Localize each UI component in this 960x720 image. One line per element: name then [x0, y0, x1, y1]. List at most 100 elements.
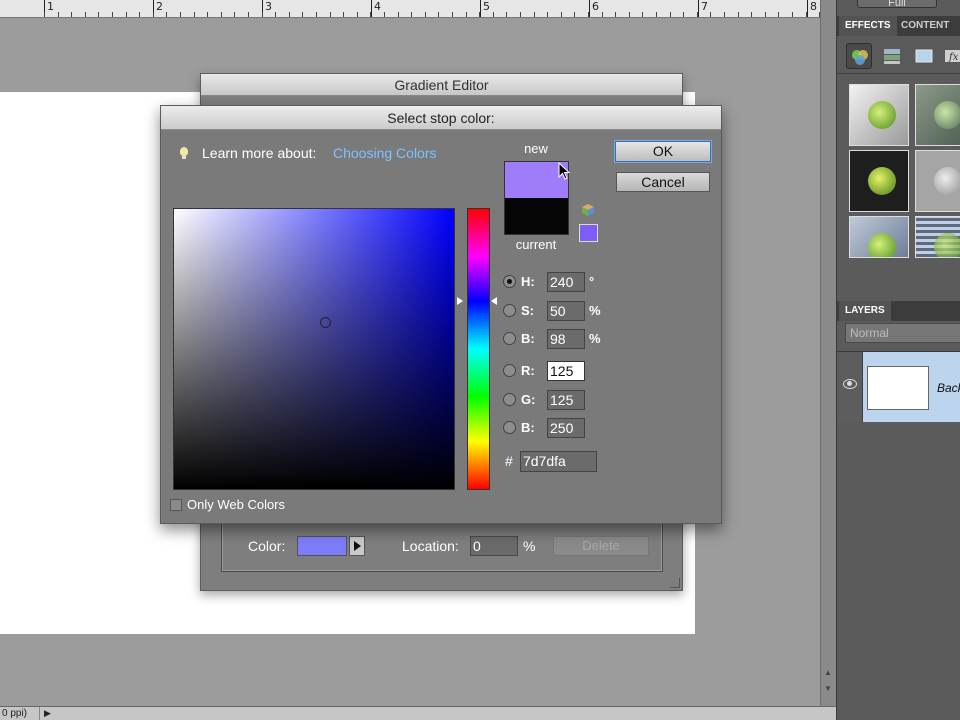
color-dialog-title: Select stop color: — [161, 106, 721, 130]
right-panel-bin: Full EFFECTS CONTENT fx LAYERS Normal Ba… — [836, 0, 960, 720]
ruler-minor-tick — [479, 12, 480, 17]
effect-thumbnail[interactable] — [849, 216, 909, 258]
filters-icon[interactable] — [846, 43, 872, 69]
only-web-colors-checkbox[interactable] — [170, 499, 182, 511]
ruler-minor-tick — [275, 12, 276, 17]
ruler-minor-tick — [670, 12, 671, 17]
current-color-label: current — [515, 237, 557, 252]
blue-label: B: — [521, 420, 535, 435]
green-radio[interactable] — [503, 393, 516, 406]
ruler-minor-tick — [370, 12, 371, 17]
mouse-pointer-icon — [558, 161, 571, 185]
learn-more-text: Learn more about: — [202, 145, 317, 161]
ruler-minor-tick — [615, 12, 616, 17]
web-safe-cube-icon[interactable] — [581, 203, 595, 217]
ruler-minor-tick — [561, 12, 562, 17]
web-safe-color-swatch[interactable] — [579, 224, 598, 242]
ruler-minor-tick — [656, 12, 657, 17]
ruler-minor-tick — [44, 12, 45, 17]
ruler-minor-tick — [683, 12, 684, 17]
hue-input[interactable]: 240 — [547, 272, 585, 292]
stop-color-menu-arrow-icon[interactable] — [349, 536, 365, 556]
ruler-minor-tick — [316, 12, 317, 17]
ruler-minor-tick — [262, 12, 263, 17]
ruler-major-tick — [371, 0, 372, 17]
ruler-minor-tick — [221, 12, 222, 17]
ruler-minor-tick — [153, 12, 154, 17]
ruler-minor-tick — [207, 12, 208, 17]
blue-input[interactable]: 250 — [547, 418, 585, 438]
hue-radio[interactable] — [503, 275, 516, 288]
stop-color-swatch[interactable] — [297, 536, 347, 556]
layer-row-background[interactable]: Backgr — [837, 351, 960, 422]
blend-mode-select[interactable]: Normal — [845, 323, 960, 343]
saturation-brightness-field[interactable] — [173, 208, 455, 490]
effect-thumbnail[interactable] — [915, 150, 960, 212]
fx-icon[interactable]: fx — [941, 43, 960, 69]
stop-color-label: Color: — [248, 538, 286, 554]
location-label: Location: — [402, 538, 459, 554]
effect-thumbnail[interactable] — [915, 84, 960, 146]
saturation-unit: % — [589, 303, 601, 318]
layer-styles-icon[interactable] — [879, 43, 905, 69]
effects-toolbar: fx — [837, 38, 960, 74]
saturation-radio[interactable] — [503, 304, 516, 317]
ruler-minor-tick — [398, 12, 399, 17]
hue-slider[interactable] — [467, 208, 490, 490]
green-input[interactable]: 125 — [547, 390, 585, 410]
layers-panel-tabs: LAYERS — [837, 301, 960, 321]
ruler-minor-tick — [126, 12, 127, 17]
ruler-major-tick — [807, 0, 808, 17]
ruler-minor-tick — [248, 12, 249, 17]
cancel-button[interactable]: Cancel — [616, 172, 710, 192]
scroll-down-arrow-icon[interactable]: ▼ — [824, 684, 832, 693]
ruler-minor-tick — [58, 12, 59, 17]
full-mode-button[interactable]: Full — [857, 0, 937, 9]
hex-hash-label: # — [505, 453, 513, 469]
effect-thumbnail[interactable] — [849, 150, 909, 212]
effect-thumbnail[interactable] — [849, 84, 909, 146]
ruler-minor-tick — [139, 12, 140, 17]
ok-button[interactable]: OK — [615, 141, 711, 162]
layer-selection-highlight[interactable]: Backgr — [863, 352, 960, 422]
hue-slider-left-arrow-icon[interactable] — [457, 297, 463, 305]
location-unit: % — [523, 538, 536, 554]
status-menu-arrow-icon[interactable]: ▶ — [44, 708, 51, 719]
ruler-label: 2 — [156, 0, 163, 13]
effect-thumbnail[interactable] — [915, 216, 960, 258]
tab-effects[interactable]: EFFECTS — [839, 16, 897, 36]
hex-color-input[interactable]: 7d7dfa — [520, 451, 597, 472]
saturation-input[interactable]: 50 — [547, 301, 585, 321]
resize-grip-icon[interactable] — [670, 578, 680, 588]
ruler-minor-tick — [85, 12, 86, 17]
brightness-label: B: — [521, 331, 535, 346]
only-web-colors-label: Only Web Colors — [187, 497, 286, 512]
ruler-minor-tick — [180, 12, 181, 17]
layer-visibility-toggle[interactable] — [837, 352, 863, 422]
photo-effects-icon[interactable] — [911, 43, 937, 69]
blue-radio[interactable] — [503, 421, 516, 434]
current-color-swatch[interactable] — [504, 198, 569, 235]
vertical-scrollbar[interactable]: ▲ ▼ — [820, 0, 836, 706]
gradient-editor-title: Gradient Editor — [201, 74, 682, 96]
tab-layers[interactable]: LAYERS — [839, 301, 891, 321]
ruler-minor-tick — [738, 12, 739, 17]
color-picker-cursor[interactable] — [320, 317, 331, 328]
choosing-colors-link[interactable]: Choosing Colors — [333, 145, 437, 161]
red-radio[interactable] — [503, 364, 516, 377]
tab-content[interactable]: CONTENT — [895, 16, 955, 36]
ruler-minor-tick — [778, 12, 779, 17]
ruler-label: 6 — [592, 0, 599, 13]
delete-stop-button[interactable]: Delete — [553, 536, 649, 556]
scroll-up-arrow-icon[interactable]: ▲ — [824, 668, 832, 677]
brightness-radio[interactable] — [503, 332, 516, 345]
eye-icon[interactable] — [843, 379, 857, 389]
brightness-input[interactable]: 98 — [547, 329, 585, 349]
location-input[interactable]: 0 — [470, 536, 518, 556]
ruler-minor-tick — [98, 12, 99, 17]
hue-slider-right-arrow-icon[interactable] — [491, 297, 497, 305]
red-input[interactable]: 125 — [547, 361, 585, 381]
ruler-minor-tick — [506, 12, 507, 17]
ruler-minor-tick — [425, 12, 426, 17]
ruler-minor-tick — [710, 12, 711, 17]
